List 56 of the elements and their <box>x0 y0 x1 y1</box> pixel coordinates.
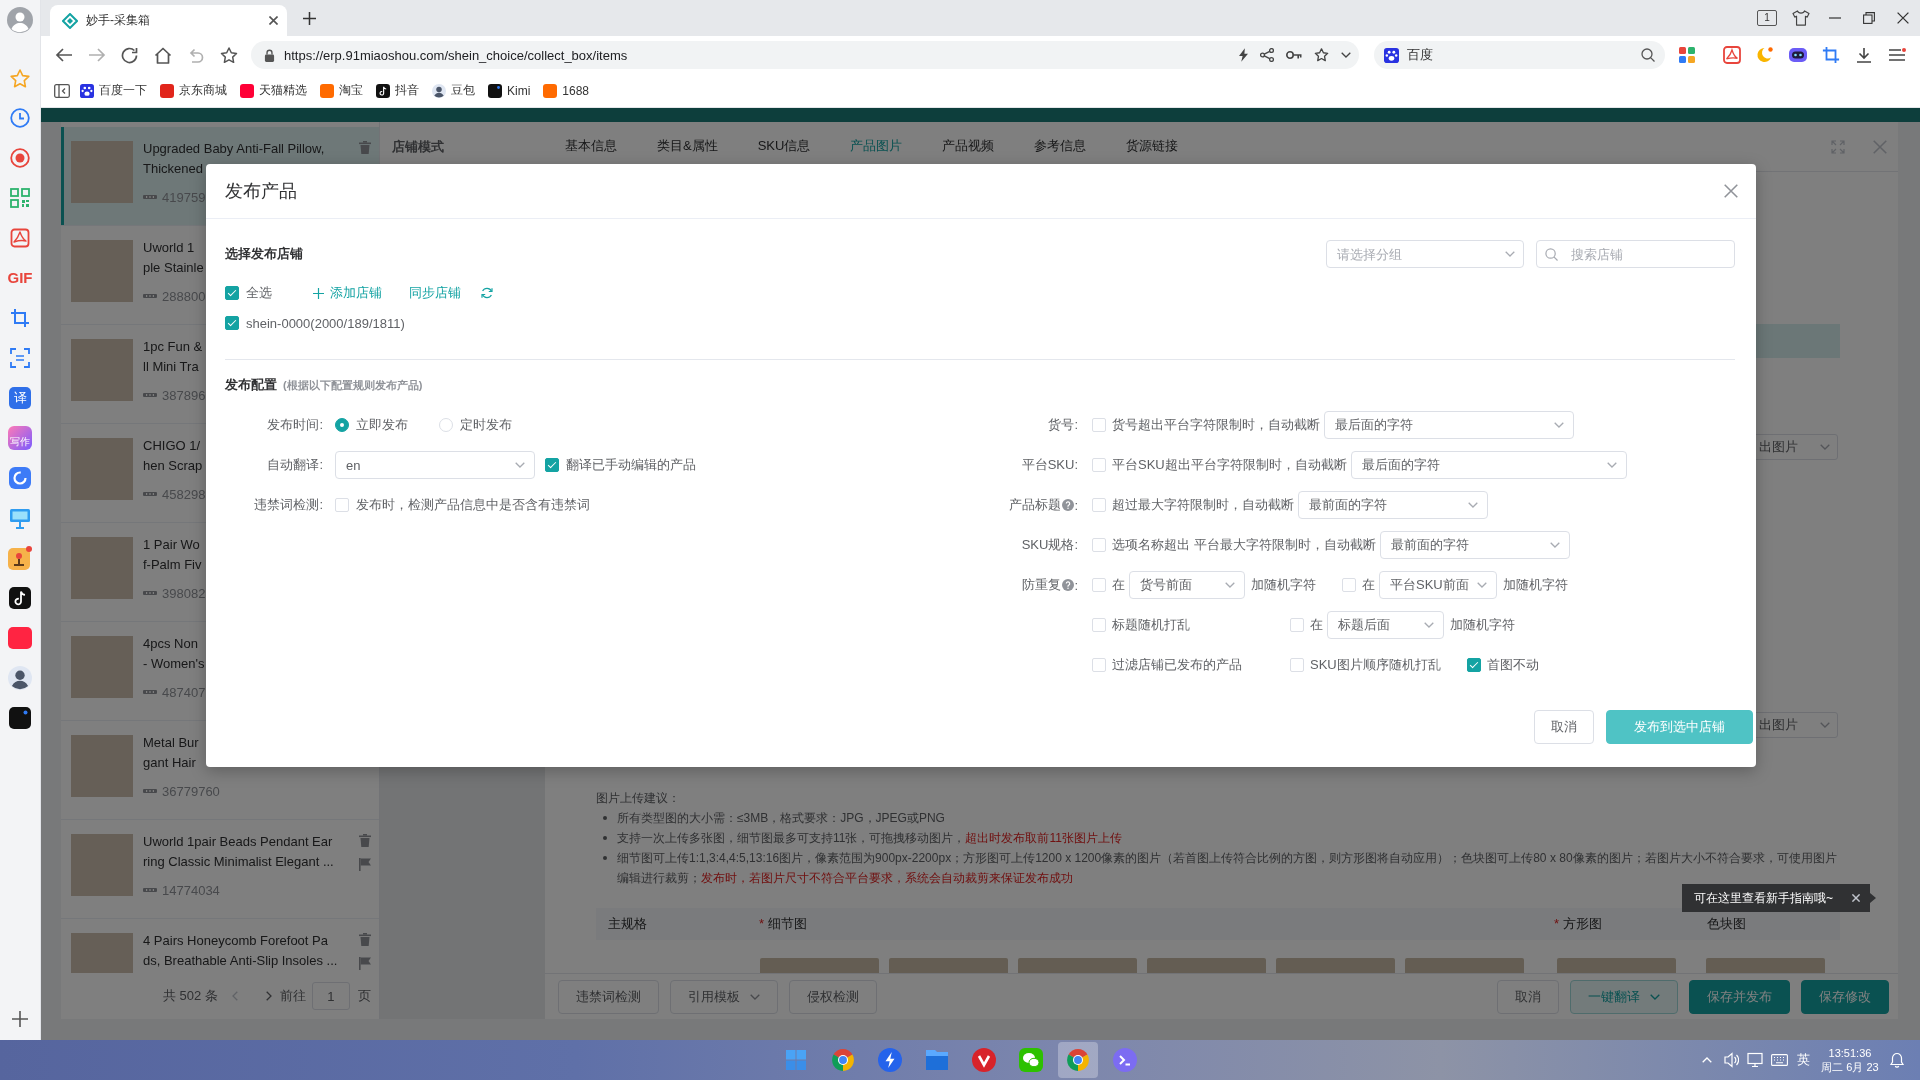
product-title: 4pcs Non - Women's <box>143 635 205 673</box>
form-label: 防重复 <box>1022 576 1062 594</box>
section-title: 选择发布店铺 <box>225 245 303 263</box>
product-title: 1pc Fun & ll Mini Tra <box>143 338 203 376</box>
tooltip-text: 可在这里查看新手指南哦~ <box>1694 889 1833 907</box>
checkbox-label: 首图不动 <box>1486 656 1539 674</box>
radio-label: 定时发布 <box>460 416 512 434</box>
product-title: 4 Pairs Honeycomb Forefoot Pa ds, Breathable Anti-Slip Insoles ... <box>143 932 338 970</box>
product-title: Metal Bur gant Hair <box>143 734 199 772</box>
checkbox-label: 货号超出平台字符限制时，自动截断 <box>1112 416 1320 434</box>
option-text: 加随机字符 <box>1503 576 1568 594</box>
column-header: * 方形图 <box>1554 916 1603 931</box>
checkbox-label: SKU图片顺序随机打乱 <box>1310 656 1441 674</box>
tip-text: 所有类型图的大小需：≤3MB，格式要求：JPG，JPEG或PNG <box>617 810 945 827</box>
product-title: CHIGO 1/ hen Scrap <box>143 437 203 475</box>
checkbox-label: 在 <box>1362 576 1375 594</box>
section-note: (根据以下配置规则发布产品) <box>283 378 423 393</box>
label-colon: : <box>1074 577 1078 593</box>
form-label: 货号: <box>1048 416 1078 434</box>
column-header: 色块图 <box>1707 916 1746 931</box>
checkbox-label: 平台SKU超出平台字符限制时，自动截断 <box>1112 456 1347 474</box>
checkbox-label: 在 <box>1310 616 1323 634</box>
product-title: Uworld 1pair Beads Pendant Ear ring Classic Minimalist Elegant ... <box>143 833 334 871</box>
form-label: 产品标题 <box>1009 496 1062 514</box>
checkbox-label: 过滤店铺已发布的产品 <box>1112 656 1242 674</box>
option-text: 加随机字符 <box>1251 576 1316 594</box>
column-header: * 细节图 <box>759 916 808 931</box>
form-label: 发布时间: <box>267 417 323 432</box>
section-title: 发布配置 <box>225 376 277 394</box>
option-text: 加随机字符 <box>1450 616 1515 634</box>
tips-title: 图片上传建议： <box>596 791 680 805</box>
dialog-title: 发布产品 <box>225 180 297 203</box>
tip-text: 支持一次上传多张图，细节图最多可支持11张，可拖拽移动图片，超出时发布取前11张图片上传 <box>617 830 1122 847</box>
column-header: 主规格 <box>608 916 647 931</box>
form-label: SKU规格: <box>1021 536 1078 554</box>
form-label: 自动翻译: <box>267 457 323 472</box>
checkbox-label: 翻译已手动编辑的产品 <box>566 456 696 474</box>
checkbox-label: 标题随机打乱 <box>1112 616 1190 634</box>
form-label: 平台SKU: <box>1021 456 1078 474</box>
total-count: 共 502 条 <box>163 987 218 1005</box>
tip-text: 细节图可上传1:1,3:4,4:5,13:16图片，像素范围为900px-2200px；方形图可上传1200 x 1200像素的图片（若首图上传符合比例的方图，则方形图将自动应用）；色块图可上传80 x 80像素的图片；若图片大小不符合要求，可使用图片编辑进行裁剪；发布时，若图片尺寸不符合平台要求，系统会自动裁剪来保证发布成功 <box>617 850 1838 887</box>
product-title: 1 Pair Wo f-Palm Fiv <box>143 536 202 574</box>
store-mode-label: 店铺模式 <box>392 138 444 154</box>
goto-label: 前往 <box>279 987 306 1005</box>
checkbox-label: 超过最大字符限制时，自动截断 <box>1112 496 1294 514</box>
form-label: 违禁词检测: <box>254 497 323 512</box>
page-unit-label: 页 <box>357 987 371 1005</box>
checkbox-label: 选项名称超出 平台最大字符限制时，自动截断 <box>1112 536 1376 554</box>
radio-label: 立即发布 <box>356 416 408 434</box>
checkbox-label: 发布时，检测产品信息中是否含有违禁词 <box>356 496 590 514</box>
checkbox-label: 全选 <box>246 284 272 302</box>
label-colon: : <box>1074 497 1078 513</box>
product-title: Upgraded Baby Anti-Fall Pillow, Thickened <box>143 140 325 178</box>
product-title: Uworld 1 ple Stainle <box>143 239 204 277</box>
checkbox-label: 在 <box>1112 576 1125 594</box>
checkbox-label: shein-0000(2000/189/1811) <box>246 315 405 331</box>
